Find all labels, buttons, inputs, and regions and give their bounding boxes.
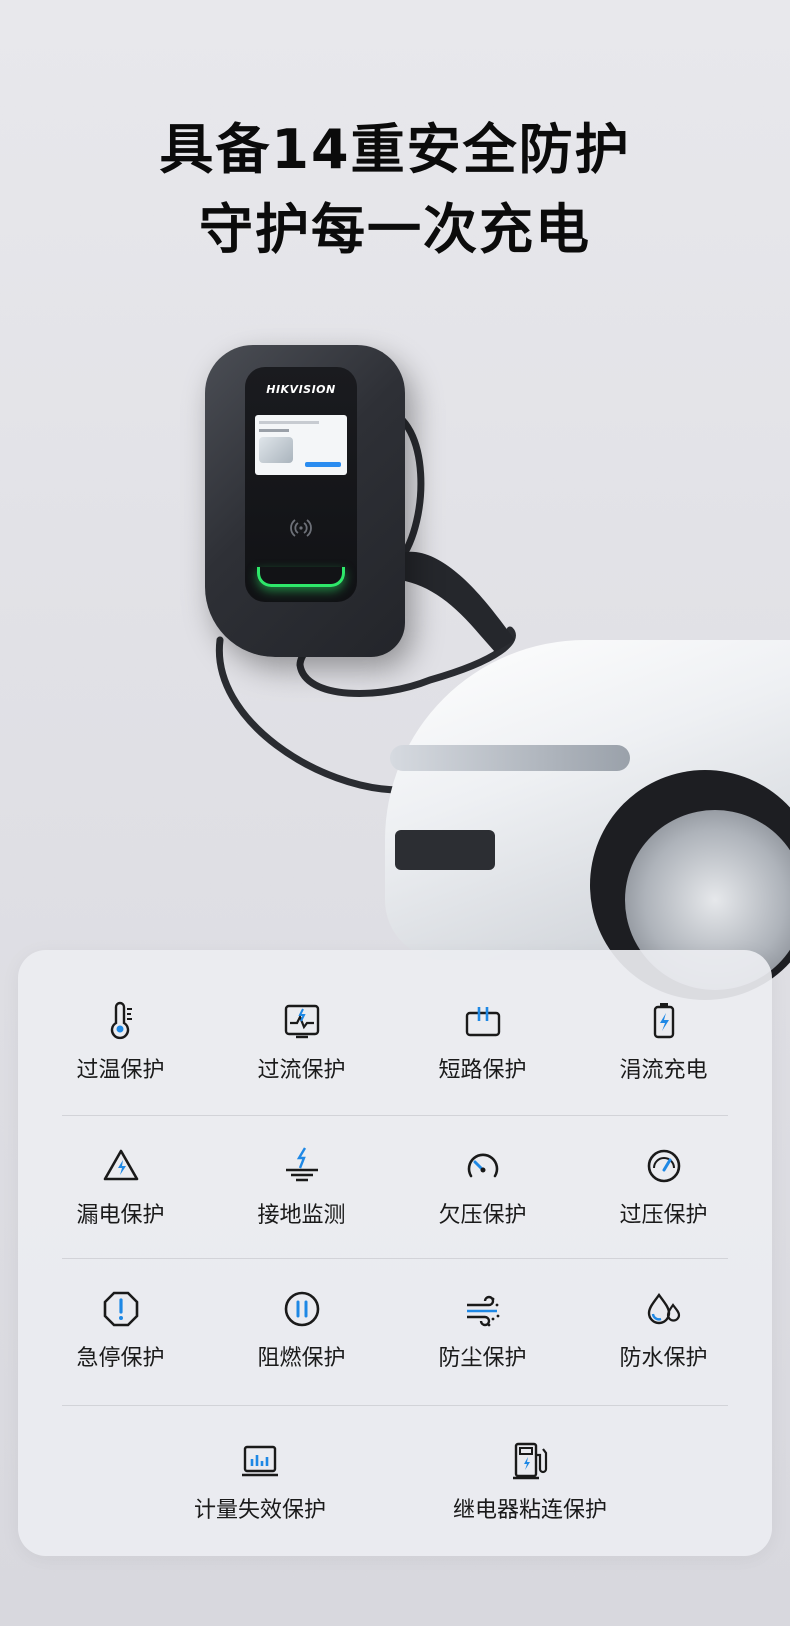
feature-label: 防水保护 <box>619 1346 708 1371</box>
meter-icon <box>239 1440 281 1482</box>
feature-label: 过压保护 <box>619 1203 708 1228</box>
water-drop-icon <box>643 1288 685 1330</box>
feature-undervoltage: 欠压保护 <box>392 1145 573 1229</box>
status-led <box>257 567 345 587</box>
feature-label: 继电器粘连保护 <box>452 1498 607 1523</box>
feature-dustproof: 防尘保护 <box>392 1288 573 1372</box>
charger-face: HIKVISION <box>245 367 357 602</box>
current-wave-icon <box>281 1000 323 1042</box>
feature-trickle-charge: 涓流充电 <box>573 1000 754 1084</box>
charger-brand: HIKVISION <box>266 383 336 396</box>
rfid-icon <box>285 512 317 544</box>
feature-over-current: 过流保护 <box>211 1000 392 1084</box>
divider <box>62 1405 728 1406</box>
feature-grounding: 接地监测 <box>211 1145 392 1229</box>
feature-label: 阻燃保护 <box>257 1346 346 1371</box>
feature-label: 涓流充电 <box>619 1058 708 1083</box>
feature-label: 过流保护 <box>257 1058 346 1083</box>
leakage-warning-icon <box>100 1145 142 1187</box>
grounding-icon <box>281 1145 323 1187</box>
divider <box>62 1115 728 1116</box>
divider <box>62 1258 728 1259</box>
screen-title-bar <box>259 429 289 432</box>
feature-over-temperature: 过温保护 <box>30 1000 211 1084</box>
car-headlight <box>390 745 630 771</box>
screen-status-bar <box>259 421 319 424</box>
screen-start-button[interactable] <box>305 462 341 467</box>
feature-panel: 过温保护 过流保护 短路保护 涓流充电 漏电保护 接地监测 欠压保护 过压保护 … <box>18 950 772 1556</box>
screen-car-image <box>259 437 293 463</box>
feature-row-3: 急停保护 阻燃保护 防尘保护 防水保护 <box>18 1288 772 1372</box>
feature-label: 欠压保护 <box>438 1203 527 1228</box>
feature-leakage: 漏电保护 <box>30 1145 211 1229</box>
short-circuit-icon <box>462 1000 504 1042</box>
feature-label: 计量失效保护 <box>193 1498 326 1523</box>
feature-relay-adhesion: 继电器粘连保护 <box>395 1440 665 1524</box>
high-gauge-icon <box>643 1145 685 1187</box>
feature-row-1: 过温保护 过流保护 短路保护 涓流充电 <box>18 1000 772 1084</box>
feature-label: 过温保护 <box>76 1058 165 1083</box>
feature-row-4: 计量失效保护 继电器粘连保护 <box>18 1440 772 1524</box>
feature-emergency-stop: 急停保护 <box>30 1288 211 1372</box>
emergency-stop-icon <box>100 1288 142 1330</box>
car-grille <box>395 830 495 870</box>
feature-label: 急停保护 <box>76 1346 165 1371</box>
feature-overvoltage: 过压保护 <box>573 1145 754 1229</box>
feature-meter-failure: 计量失效保护 <box>125 1440 395 1524</box>
feature-flame-retardant: 阻燃保护 <box>211 1288 392 1372</box>
feature-row-2: 漏电保护 接地监测 欠压保护 过压保护 <box>18 1145 772 1229</box>
charging-station-icon <box>509 1440 551 1482</box>
low-gauge-icon <box>462 1145 504 1187</box>
feature-label: 接地监测 <box>257 1203 346 1228</box>
feature-label: 漏电保护 <box>76 1203 165 1228</box>
battery-charge-icon <box>643 1000 685 1042</box>
flame-retardant-icon <box>281 1288 323 1330</box>
thermometer-icon <box>100 1000 142 1042</box>
feature-waterproof: 防水保护 <box>573 1288 754 1372</box>
feature-short-circuit: 短路保护 <box>392 1000 573 1084</box>
dust-icon <box>462 1288 504 1330</box>
feature-label: 防尘保护 <box>438 1346 527 1371</box>
wall-charger: HIKVISION <box>205 345 405 657</box>
feature-label: 短路保护 <box>438 1058 527 1083</box>
charger-screen[interactable] <box>255 415 347 475</box>
